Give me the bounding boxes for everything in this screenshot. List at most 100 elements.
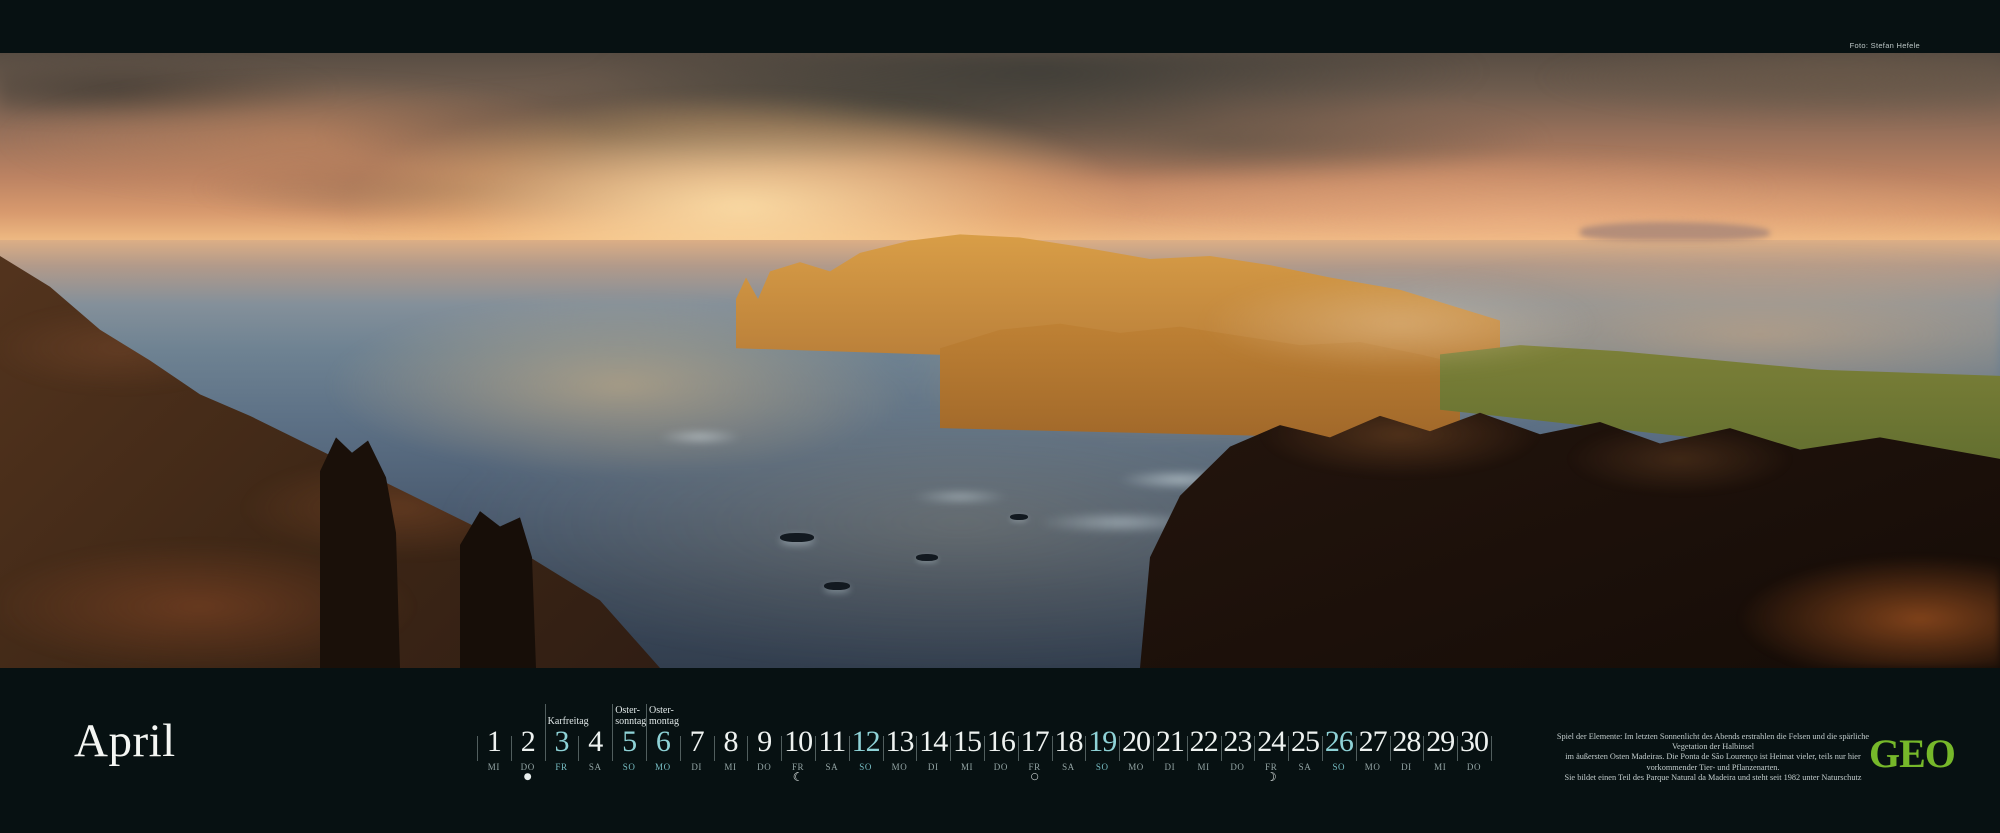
weekday-abbr: SA [1062,762,1075,772]
calendar-day: Oster- sonntag 5 SO [612,696,646,796]
day-number: 9 [757,725,772,758]
day-number: 23 [1223,725,1252,758]
calendar-day: 25 SA [1288,696,1322,796]
weekday-abbr: MO [1364,762,1381,772]
calendar-day: 22 MI [1186,696,1221,796]
calendar-day: 8 MI [713,696,748,796]
calendar-day: 9 DO [747,696,781,796]
caption-line: Spiel der Elemente: Im letzten Sonnenlic… [1556,732,1870,752]
calendar-day: 19 SO [1085,696,1119,796]
day-number: 29 [1426,725,1455,758]
weekday-abbr: DI [691,762,703,772]
calendar-day: 11 SA [814,696,849,796]
photo-credit: Foto: Stefan Hefele [1849,41,1920,50]
photo-caption: Spiel der Elemente: Im letzten Sonnenlic… [1553,732,1873,783]
weekday-abbr: SO [1095,762,1109,772]
calendar-day: 2 DO ● [510,696,545,796]
day-number: 15 [953,725,982,758]
weekday-abbr: DI [927,762,939,772]
day-number: 8 [723,725,738,758]
calendar-day: 29 MI [1423,696,1457,796]
weekday-abbr: FR [555,762,568,772]
calendar-day: 4 SA [578,696,612,796]
calendar-day: 18 SA [1051,696,1086,796]
weekday-abbr: DO [520,762,535,772]
day-number: 24 [1257,725,1286,758]
weekday-abbr: DI [1164,762,1176,772]
calendar-day: 27 MO [1355,696,1390,796]
geo-logo: GEO [1869,731,1956,776]
new-moon-icon: ○ [1030,772,1039,782]
day-separator [1490,736,1492,761]
weekday-abbr: MO [655,762,671,772]
calendar-day: Oster- montag 6 MO [645,696,680,796]
day-number: 14 [919,725,948,758]
calendar-day: 26 SO [1321,696,1356,796]
weekday-abbr: SA [825,762,839,772]
day-number: 5 [622,725,637,758]
calendar-day: 17 FR ○ [1017,696,1052,796]
calendar-day: 28 DI [1389,696,1424,796]
caption-line: im äußersten Osten Madeiras. Die Ponta d… [1565,752,1861,772]
weekday-abbr: MI [1197,762,1210,772]
calendar-day: 24 FR ☽ [1254,696,1288,796]
full-moon-icon: ● [523,772,532,782]
weekday-abbr: SO [1332,762,1346,772]
calendar-day: 21 DI [1152,696,1187,796]
day-number: 13 [885,725,914,758]
holiday-label: Oster- montag [648,705,679,727]
weekday-abbr: SO [622,762,636,772]
day-number: 6 [655,725,671,758]
weekday-abbr: FR [1028,762,1041,772]
weekday-abbr: MI [960,762,974,772]
day-number: 1 [486,725,502,758]
day-number: 11 [818,725,846,758]
calendar-day: 20 MO [1119,696,1153,796]
day-number: 16 [986,725,1016,758]
day-number: 26 [1324,725,1354,758]
day-number: 22 [1189,725,1219,758]
day-number: 21 [1155,725,1185,758]
weekday-abbr: MI [487,762,500,772]
day-number: 10 [784,725,813,758]
calendar-day: 7 DI [679,696,714,796]
weekday-abbr: DO [1466,762,1482,772]
weekday-abbr: DO [1230,762,1245,772]
weekday-abbr: SA [1298,762,1312,772]
last-quarter-moon-icon: ☾ [792,770,804,784]
weekday-abbr: MI [1434,762,1447,772]
day-number: 25 [1291,725,1320,758]
holiday-label: Oster- sonntag [615,705,647,727]
holiday-label: Karfreitag [547,716,589,727]
calendar-day: 16 DO [983,696,1018,796]
calendar-day: 15 MI [950,696,984,796]
calendar-day: Karfreitag 3 FR [544,696,589,796]
day-number: 20 [1122,725,1151,758]
day-number: 3 [554,725,569,758]
day-number: 27 [1358,725,1388,758]
calendar-day: 10 FR ☾ [781,696,815,796]
calendar-strip: 1 MI 2 DO ● Karfreitag 3 FR 4 SA Oster- sonntag 5 SO… [477,696,1492,796]
calendar-photo [0,53,2000,668]
day-number: 30 [1460,725,1489,758]
day-number: 4 [588,725,603,758]
calendar-day: 14 DI [916,696,950,796]
month-title: April [74,715,176,767]
weekday-abbr: SO [859,762,873,772]
weekday-abbr: MI [724,762,737,772]
day-number: 19 [1088,725,1117,758]
weekday-abbr: DI [1401,762,1412,772]
weekday-abbr: DO [757,762,772,772]
day-number: 2 [520,725,536,758]
calendar-day: 13 MO [882,696,917,796]
calendar-day: 23 DO [1220,696,1255,796]
day-number: 7 [689,725,705,758]
day-number: 28 [1392,725,1421,758]
day-number: 18 [1054,725,1083,758]
calendar-day: 30 DO [1457,696,1491,796]
weekday-abbr: MO [891,762,908,772]
photo-distant-island [1580,222,1770,241]
weekday-abbr: MO [1128,762,1144,772]
calendar-day: 1 MI [477,696,511,796]
first-quarter-moon-icon: ☽ [1265,770,1277,784]
